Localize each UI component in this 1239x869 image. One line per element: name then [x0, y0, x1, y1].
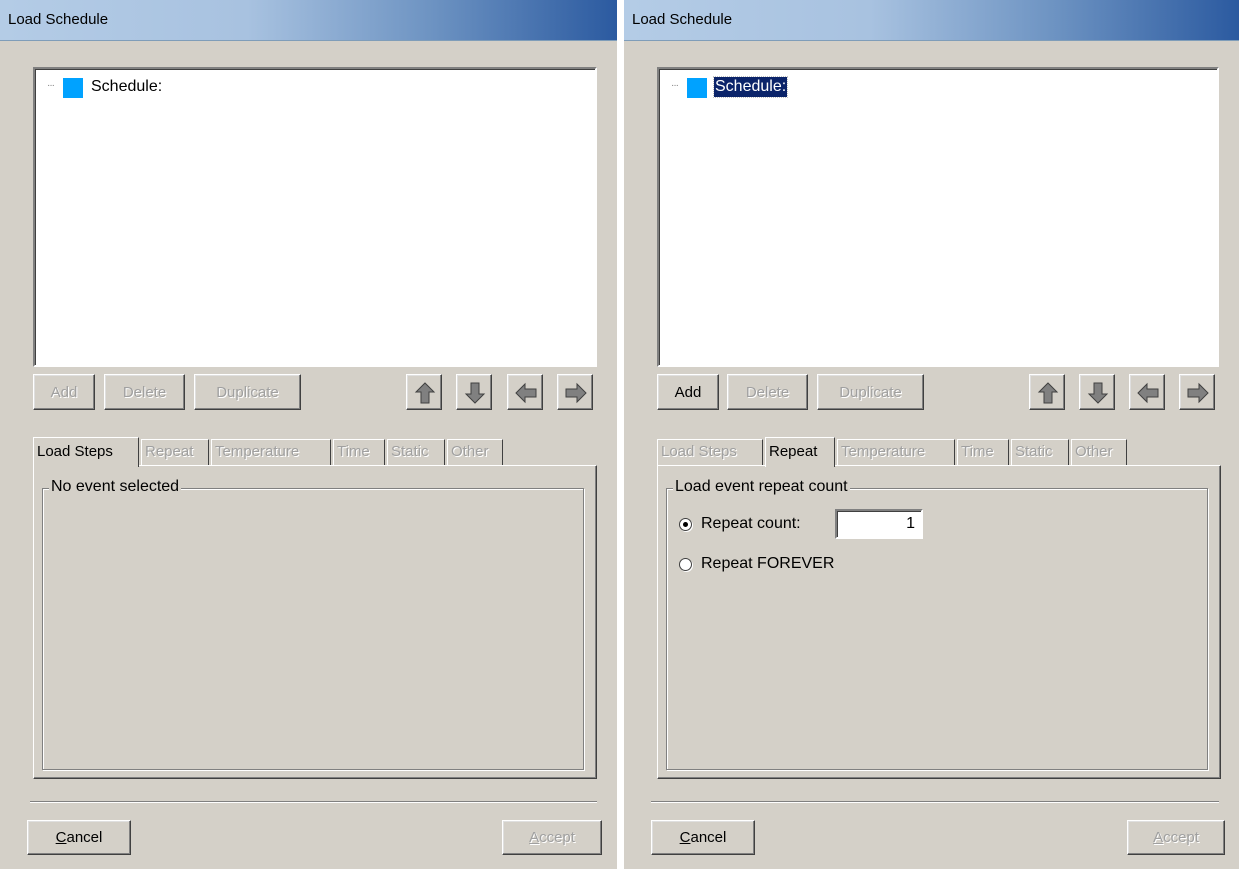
tab-time[interactable]: Time	[957, 439, 1009, 465]
delete-button[interactable]: Delete	[727, 374, 808, 410]
tab-load-steps[interactable]: Load Steps	[657, 439, 763, 465]
move-left-button[interactable]	[1129, 374, 1165, 410]
separator	[651, 801, 1219, 803]
title-bar[interactable]: Load Schedule	[0, 0, 617, 41]
move-right-button[interactable]	[1179, 374, 1215, 410]
schedule-node-icon	[63, 78, 83, 98]
accept-button[interactable]: Accept	[502, 820, 602, 855]
tree-node-label[interactable]: Schedule:	[712, 76, 789, 98]
arrow-right-icon	[565, 382, 587, 404]
load-schedule-dialog-left: Load Schedule ··· Schedule: Add Delete D…	[0, 0, 617, 869]
move-left-button[interactable]	[507, 374, 543, 410]
duplicate-button[interactable]: Duplicate	[194, 374, 301, 410]
separator	[30, 801, 597, 803]
tab-other[interactable]: Other	[447, 439, 503, 465]
add-button[interactable]: Add	[657, 374, 719, 410]
accept-button[interactable]: Accept	[1127, 820, 1225, 855]
repeat-count-radio[interactable]	[679, 517, 692, 531]
arrow-up-icon	[414, 382, 436, 404]
arrow-down-icon	[464, 382, 486, 404]
duplicate-button[interactable]: Duplicate	[817, 374, 924, 410]
arrow-up-icon	[1037, 382, 1059, 404]
add-button[interactable]: Add	[33, 374, 95, 410]
arrow-left-icon	[515, 382, 537, 404]
tab-static[interactable]: Static	[387, 439, 445, 465]
repeat-count-option[interactable]: Repeat count:	[679, 513, 801, 535]
tree-connector: ···	[47, 80, 55, 91]
delete-button[interactable]: Delete	[104, 374, 185, 410]
tab-other[interactable]: Other	[1071, 439, 1127, 465]
tab-static[interactable]: Static	[1011, 439, 1069, 465]
arrow-left-icon	[1137, 382, 1159, 404]
tab-repeat[interactable]: Repeat	[765, 437, 835, 467]
load-schedule-dialog-right: Load Schedule ··· Schedule: Add Delete D…	[624, 0, 1239, 869]
move-down-button[interactable]	[456, 374, 492, 410]
window-title: Load Schedule	[632, 11, 733, 28]
schedule-tree[interactable]: ··· Schedule:	[33, 67, 597, 367]
repeat-forever-label: Repeat FOREVER	[701, 555, 835, 572]
repeat-forever-radio[interactable]	[679, 557, 692, 571]
tree-node-label[interactable]: Schedule:	[90, 77, 163, 97]
move-up-button[interactable]	[406, 374, 442, 410]
group-title: No event selected	[49, 478, 182, 496]
arrow-right-icon	[1187, 382, 1209, 404]
repeat-count-label: Repeat count:	[701, 515, 801, 532]
tab-panel: Load event repeat count Repeat count: 1 …	[657, 465, 1221, 779]
cancel-button[interactable]: Cancel	[651, 820, 755, 855]
tree-connector: ···	[671, 80, 679, 91]
move-up-button[interactable]	[1029, 374, 1065, 410]
repeat-forever-option[interactable]: Repeat FOREVER	[679, 553, 834, 575]
move-down-button[interactable]	[1079, 374, 1115, 410]
repeat-count-groupbox: Load event repeat count Repeat count: 1 …	[666, 478, 1208, 770]
schedule-tree[interactable]: ··· Schedule:	[657, 67, 1219, 367]
tab-time[interactable]: Time	[333, 439, 385, 465]
schedule-node-icon	[687, 78, 707, 98]
move-right-button[interactable]	[557, 374, 593, 410]
group-title: Load event repeat count	[673, 478, 850, 496]
tab-panel: No event selected	[33, 465, 597, 779]
tab-load-steps[interactable]: Load Steps	[33, 437, 139, 467]
window-title: Load Schedule	[8, 11, 109, 28]
event-groupbox: No event selected	[42, 478, 584, 770]
tab-temperature[interactable]: Temperature	[837, 439, 955, 465]
title-bar[interactable]: Load Schedule	[624, 0, 1239, 41]
tab-temperature[interactable]: Temperature	[211, 439, 331, 465]
tab-repeat[interactable]: Repeat	[141, 439, 209, 465]
repeat-count-input[interactable]: 1	[835, 509, 923, 539]
cancel-button[interactable]: Cancel	[27, 820, 131, 855]
arrow-down-icon	[1087, 382, 1109, 404]
